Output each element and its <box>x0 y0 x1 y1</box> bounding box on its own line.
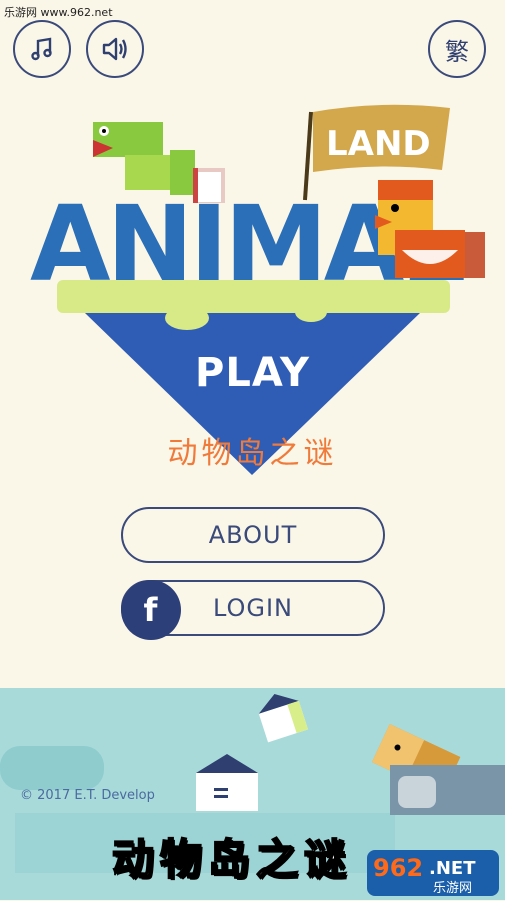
site-badge-962: 962 .NET 乐游网 <box>367 850 499 896</box>
land-flag-text: LAND <box>326 124 431 164</box>
facebook-icon: f <box>121 580 181 640</box>
game-subtitle: 动物岛之谜 <box>167 436 338 471</box>
bottom-watermark-title: 动物岛之谜 <box>111 834 353 885</box>
copyright-text: © 2017 E.T. Develop <box>20 788 155 803</box>
about-label: ABOUT <box>208 521 298 549</box>
login-button[interactable]: f LOGIN <box>121 580 385 640</box>
962-logo-icon: 962 .NET 乐游网 <box>367 850 499 896</box>
svg-text:.NET: .NET <box>429 858 476 879</box>
animal-land-logo: LAND ANIMAL <box>30 104 485 475</box>
svg-text:962: 962 <box>373 854 423 882</box>
play-button[interactable]: PLAY <box>0 350 505 396</box>
svg-text:乐游网: 乐游网 <box>433 881 472 896</box>
login-label: LOGIN <box>212 594 294 622</box>
about-button[interactable]: ABOUT <box>121 507 385 563</box>
